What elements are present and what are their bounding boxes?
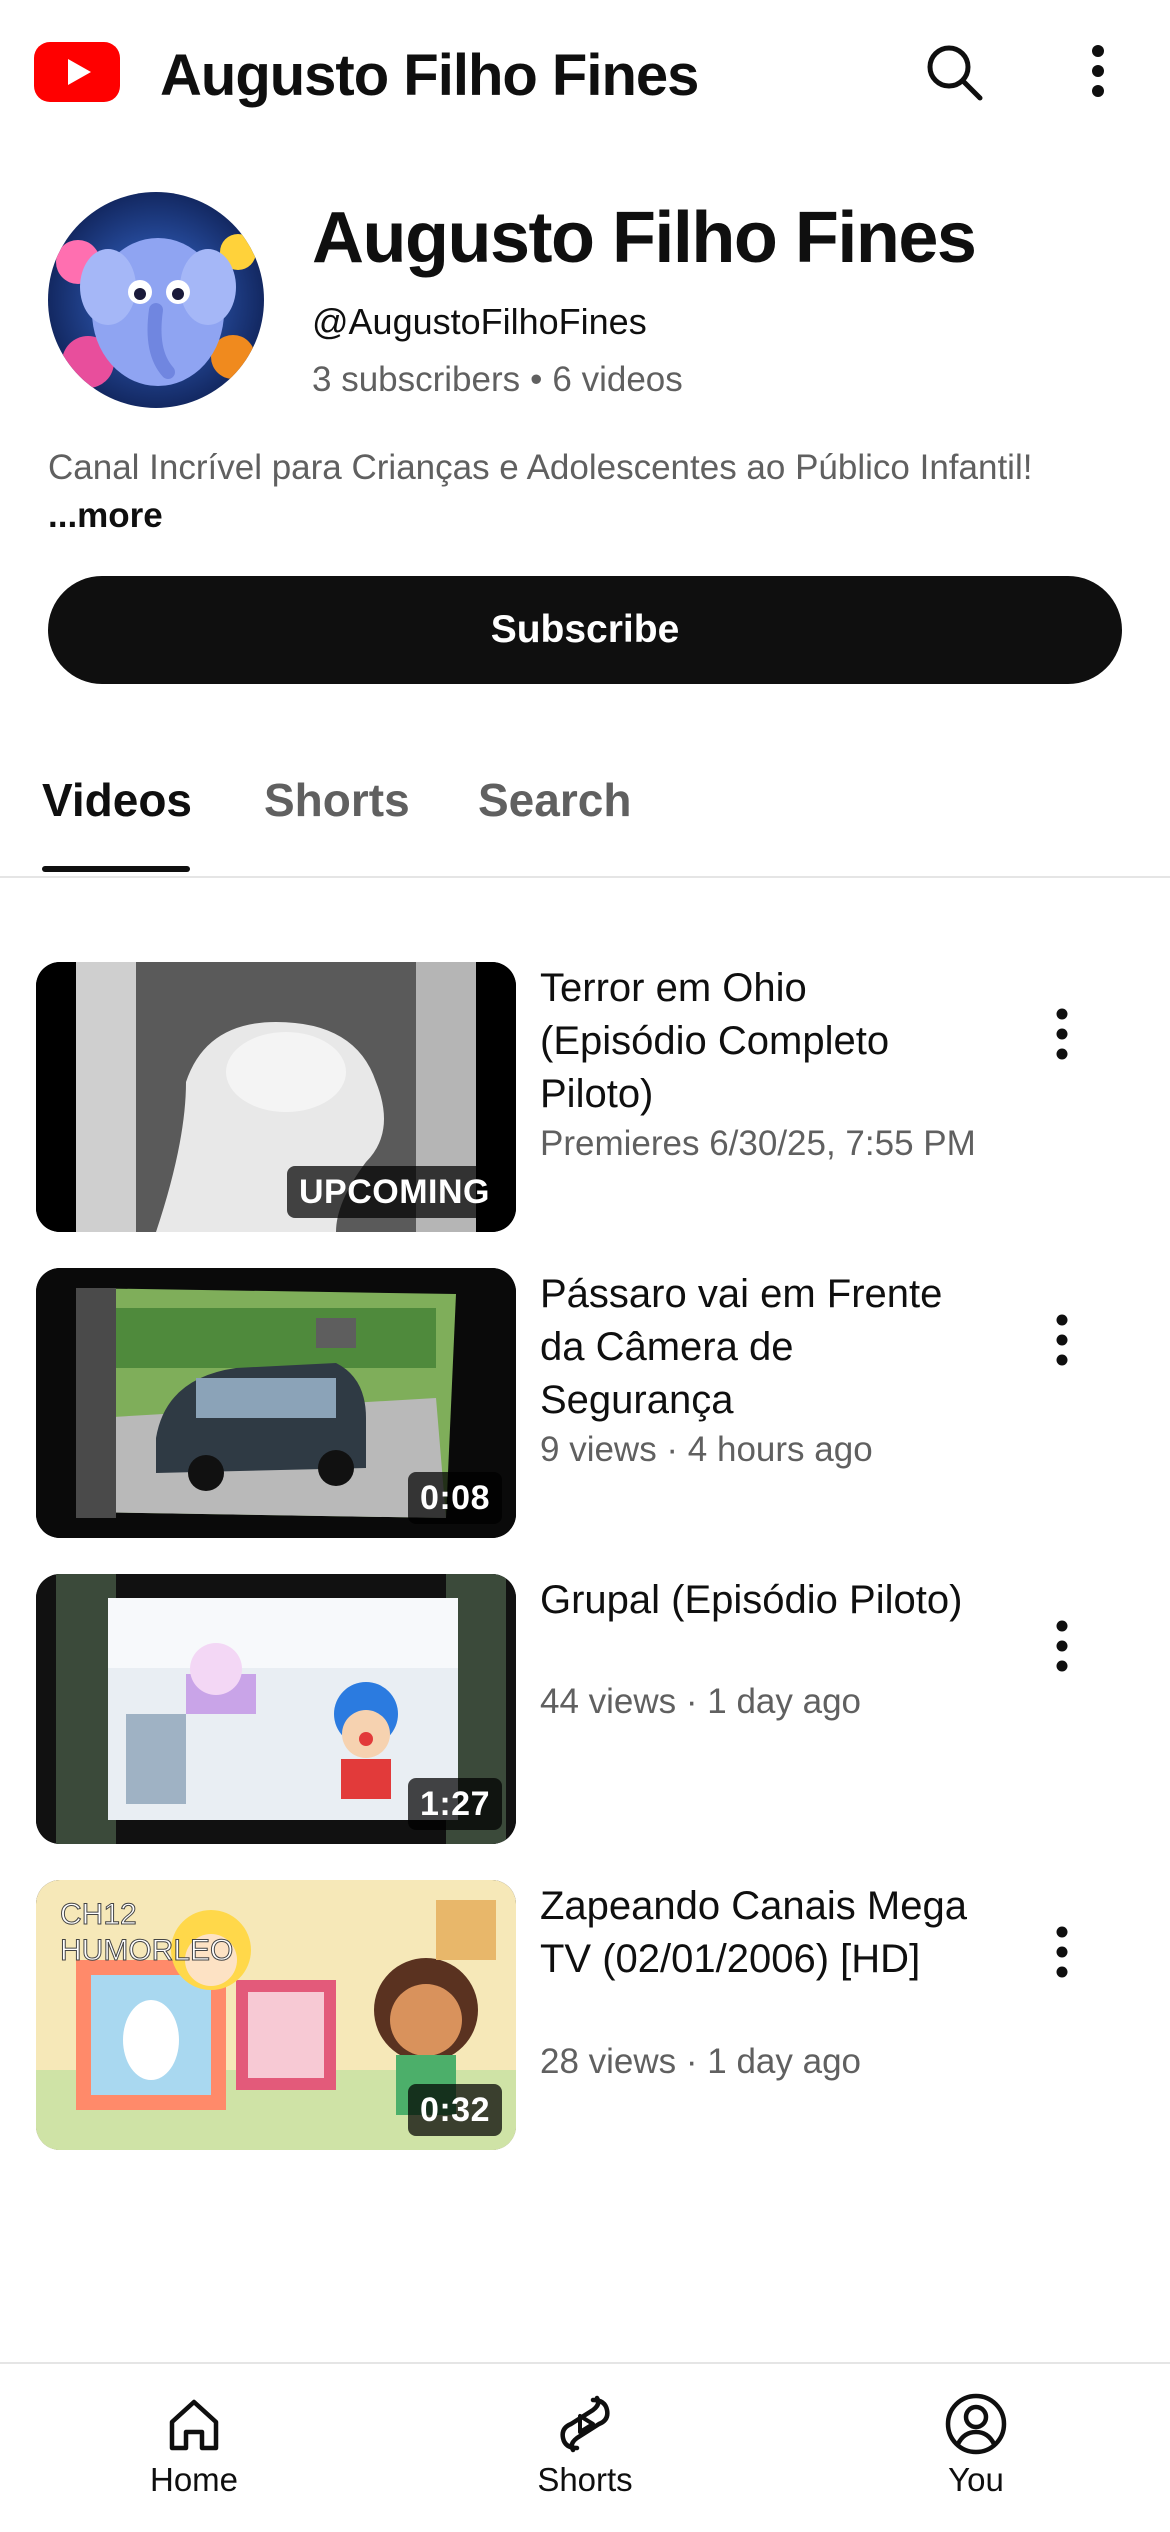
stats-separator: • <box>530 360 543 399</box>
more-vert-icon[interactable] <box>1080 40 1116 104</box>
home-icon <box>169 2399 219 2451</box>
channel-stats: 3 subscribers • 6 videos <box>312 358 683 402</box>
video-list-item[interactable]: 1:27 Grupal (Episódio Piloto) 44 views ·… <box>0 1574 1170 1846</box>
nav-shorts[interactable]: Shorts <box>485 2392 685 2512</box>
channel-handle: @AugustoFilhoFines <box>312 301 647 342</box>
more-vert-icon[interactable] <box>1040 1920 1084 1984</box>
upcoming-badge: UPCOMING <box>287 1166 502 1218</box>
video-count: 6 videos <box>552 360 683 399</box>
active-tab-indicator <box>42 866 190 872</box>
video-meta: 9 views · 4 hours ago <box>540 1430 873 1469</box>
video-list-item[interactable]: UPCOMING Terror em Ohio (Episódio Comple… <box>0 962 1170 1234</box>
search-icon[interactable] <box>922 40 986 104</box>
nav-shorts-label: Shorts <box>537 2461 633 2498</box>
tab-videos[interactable]: Videos <box>42 770 192 830</box>
you-account-icon <box>945 2393 1007 2455</box>
video-list-item[interactable]: CH12 HUMORLEO 0:32 Zapeando Canais Mega … <box>0 1880 1170 2152</box>
description-more-link[interactable]: ...more <box>48 494 163 538</box>
nav-you-label: You <box>948 2461 1004 2498</box>
duration-badge: 1:27 <box>407 1778 502 1830</box>
video-thumbnail[interactable]: UPCOMING <box>36 962 516 1232</box>
video-list-item[interactable]: 0:08 Pássaro vai em Frente da Câmera de … <box>0 1268 1170 1540</box>
more-vert-icon[interactable] <box>1040 1308 1084 1372</box>
youtube-logo-icon[interactable] <box>34 42 120 102</box>
shorts-icon <box>560 2395 610 2453</box>
subscriber-count: 3 subscribers <box>312 360 521 399</box>
video-thumbnail[interactable]: 0:08 <box>36 1268 516 1538</box>
subscribe-button[interactable]: Subscribe <box>48 576 1122 684</box>
thumbnail-overlay-text: CH12 <box>60 1898 137 1931</box>
video-title[interactable]: Grupal (Episódio Piloto) <box>540 1574 980 1627</box>
tab-shorts[interactable]: Shorts <box>264 770 410 830</box>
nav-home-label: Home <box>149 2461 239 2498</box>
video-meta: Premieres 6/30/25, 7:55 PM <box>540 1124 976 1163</box>
nav-you[interactable]: You <box>876 2392 1076 2512</box>
duration-badge: 0:08 <box>407 1472 502 1524</box>
more-vert-icon[interactable] <box>1040 1002 1084 1066</box>
top-app-bar: Augusto Filho Fines <box>0 0 1170 150</box>
video-title[interactable]: Terror em Ohio (Episódio Completo Piloto… <box>540 962 980 1121</box>
channel-avatar[interactable] <box>48 192 264 408</box>
duration-badge: 0:32 <box>407 2084 502 2136</box>
video-meta: 28 views · 1 day ago <box>540 2042 862 2081</box>
video-title[interactable]: Pássaro vai em Frente da Câmera de Segur… <box>540 1268 980 1427</box>
bottom-navigation: Home Shorts You <box>0 2362 1170 2532</box>
video-thumbnail[interactable]: CH12 HUMORLEO 0:32 <box>36 1880 516 2150</box>
video-title[interactable]: Zapeando Canais Mega TV (02/01/2006) [HD… <box>540 1880 980 1986</box>
channel-name: Augusto Filho Fines <box>312 198 977 278</box>
tab-search[interactable]: Search <box>478 770 631 830</box>
video-meta: 44 views · 1 day ago <box>540 1682 862 1721</box>
video-thumbnail[interactable]: 1:27 <box>36 1574 516 1844</box>
thumbnail-overlay-text: HUMORLEO <box>60 1934 233 1967</box>
more-vert-icon[interactable] <box>1040 1614 1084 1678</box>
channel-description[interactable]: Canal Incrível para Crianças e Adolescen… <box>48 446 1128 490</box>
nav-home[interactable]: Home <box>94 2392 294 2512</box>
channel-tabs: Videos Shorts Search <box>0 740 1170 878</box>
header-title: Augusto Filho Fines <box>160 43 699 108</box>
